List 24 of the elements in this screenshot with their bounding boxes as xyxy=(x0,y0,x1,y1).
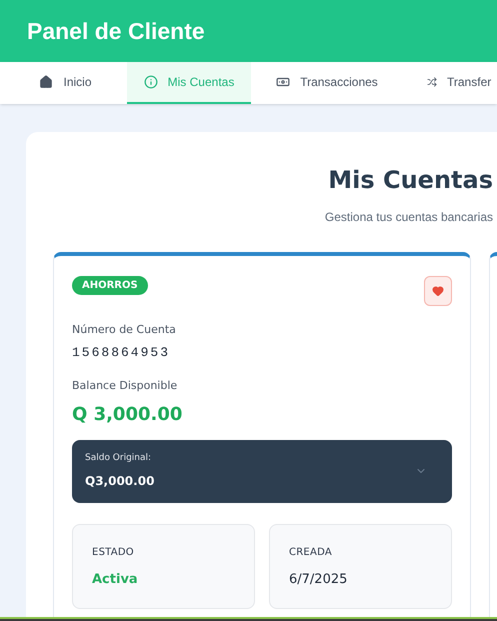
header-title: Panel de Cliente xyxy=(27,16,205,46)
home-icon xyxy=(39,75,54,89)
stat-label: CREADA xyxy=(289,546,333,560)
stat-value: Activa xyxy=(92,570,139,588)
account-number: 1568864953 xyxy=(72,344,172,362)
page-title: Mis Cuentas xyxy=(328,165,493,196)
favorite-button[interactable] xyxy=(424,276,452,306)
nav-tab[interactable]: Transacciones xyxy=(251,62,403,104)
account-type-badge: AHORROS xyxy=(72,276,148,295)
original-balance-amount: Q3,000.00 xyxy=(85,472,154,490)
field-label: Número de Cuenta xyxy=(72,322,177,338)
arrows-icon xyxy=(427,77,437,87)
banknote-icon xyxy=(276,75,290,89)
field-label: Balance Disponible xyxy=(72,378,178,394)
original-balance-panel[interactable]: Saldo Original: Q3,000.00 xyxy=(72,440,452,502)
original-balance-label: Saldo Original: xyxy=(85,452,152,466)
stat-value: 6/7/2025 xyxy=(289,570,348,588)
stat-label: ESTADO xyxy=(92,546,135,560)
nav-tab[interactable]: Inicio xyxy=(4,62,127,104)
nav-tab[interactable]: Transfer xyxy=(403,62,497,104)
heart-icon xyxy=(432,285,444,297)
page-subtitle: Gestiona tus cuentas bancarias xyxy=(324,209,493,226)
info-icon xyxy=(144,75,158,89)
balance-amount: Q 3,000.00 xyxy=(72,402,184,426)
